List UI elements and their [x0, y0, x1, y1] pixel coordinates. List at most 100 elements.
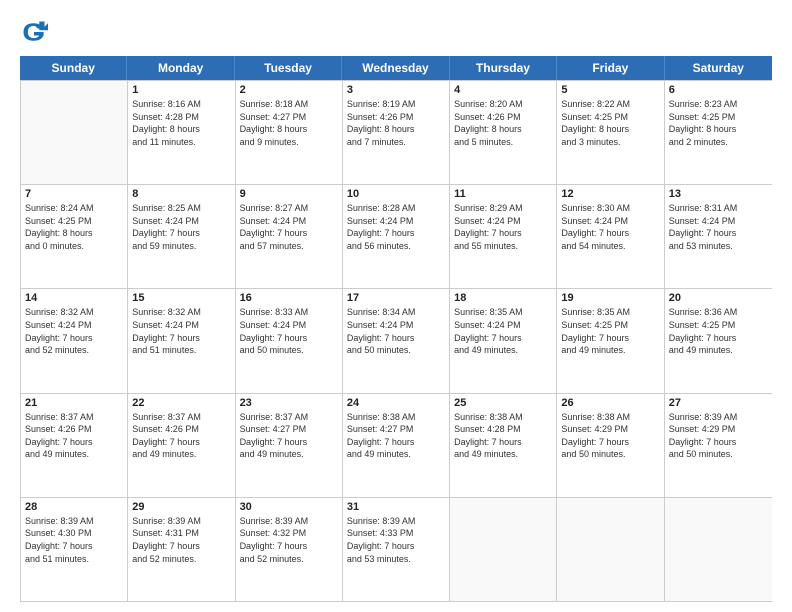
cell-info: Sunrise: 8:32 AM Sunset: 4:24 PM Dayligh… [132, 306, 230, 356]
logo-icon [20, 18, 48, 46]
calendar-cell [21, 81, 128, 184]
cell-info: Sunrise: 8:22 AM Sunset: 4:25 PM Dayligh… [561, 98, 659, 148]
calendar-cell [450, 498, 557, 601]
cell-info: Sunrise: 8:38 AM Sunset: 4:28 PM Dayligh… [454, 411, 552, 461]
day-number: 21 [25, 397, 123, 409]
calendar-cell: 1Sunrise: 8:16 AM Sunset: 4:28 PM Daylig… [128, 81, 235, 184]
day-number: 7 [25, 188, 123, 200]
calendar-cell: 28Sunrise: 8:39 AM Sunset: 4:30 PM Dayli… [21, 498, 128, 601]
calendar-cell: 14 Sunrise: 8:32 AM Sunset: 4:24 PM Dayli… [21, 289, 128, 392]
day-number: 19 [561, 292, 659, 304]
day-number: 10 [347, 188, 445, 200]
cell-info: Sunrise: 8:28 AM Sunset: 4:24 PM Dayligh… [347, 202, 445, 252]
day-number: 13 [669, 188, 768, 200]
cell-info: Sunrise: 8:35 AM Sunset: 4:25 PM Dayligh… [561, 306, 659, 356]
header-saturday: Saturday [665, 56, 772, 80]
day-number: 8 [132, 188, 230, 200]
calendar-cell: 30 Sunrise: 8:39 AM Sunset: 4:32 PM Dayli… [236, 498, 343, 601]
calendar-row-4: 28Sunrise: 8:39 AM Sunset: 4:30 PM Dayli… [21, 497, 772, 601]
header-tuesday: Tuesday [235, 56, 342, 80]
cell-info: Sunrise: 8:33 AM Sunset: 4:24 PM Dayligh… [240, 306, 338, 356]
cell-info: Sunrise: 8:24 AM Sunset: 4:25 PM Dayligh… [25, 202, 123, 252]
calendar-row-0: 1Sunrise: 8:16 AM Sunset: 4:28 PM Daylig… [21, 80, 772, 184]
cell-info: Sunrise: 8:39 AM Sunset: 4:33 PM Dayligh… [347, 515, 445, 565]
cell-info: Sunrise: 8:31 AM Sunset: 4:24 PM Dayligh… [669, 202, 768, 252]
cell-info: Sunrise: 8:19 AM Sunset: 4:26 PM Dayligh… [347, 98, 445, 148]
cell-info: Sunrise: 8:32 AM Sunset: 4:24 PM Dayligh… [25, 306, 123, 356]
day-number: 18 [454, 292, 552, 304]
calendar-cell: 19 Sunrise: 8:35 AM Sunset: 4:25 PM Dayli… [557, 289, 664, 392]
day-number: 9 [240, 188, 338, 200]
day-number: 30 [240, 501, 338, 513]
calendar-header: Sunday Monday Tuesday Wednesday Thursday… [20, 56, 772, 80]
cell-info: Sunrise: 8:27 AM Sunset: 4:24 PM Dayligh… [240, 202, 338, 252]
cell-info: Sunrise: 8:16 AM Sunset: 4:28 PM Dayligh… [132, 98, 230, 148]
header-friday: Friday [557, 56, 664, 80]
day-number: 5 [561, 84, 659, 96]
day-number: 22 [132, 397, 230, 409]
calendar-cell: 12Sunrise: 8:30 AM Sunset: 4:24 PM Dayli… [557, 185, 664, 288]
day-number: 27 [669, 397, 768, 409]
calendar-cell: 27 Sunrise: 8:39 AM Sunset: 4:29 PM Dayli… [665, 394, 772, 497]
calendar-cell: 22Sunrise: 8:37 AM Sunset: 4:26 PM Dayli… [128, 394, 235, 497]
cell-info: Sunrise: 8:34 AM Sunset: 4:24 PM Dayligh… [347, 306, 445, 356]
day-number: 28 [25, 501, 123, 513]
calendar-cell: 17 Sunrise: 8:34 AM Sunset: 4:24 PM Dayli… [343, 289, 450, 392]
day-number: 6 [669, 84, 768, 96]
calendar-cell: 29Sunrise: 8:39 AM Sunset: 4:31 PM Dayli… [128, 498, 235, 601]
day-number: 31 [347, 501, 445, 513]
calendar-cell: 15 Sunrise: 8:32 AM Sunset: 4:24 PM Dayli… [128, 289, 235, 392]
page: Sunday Monday Tuesday Wednesday Thursday… [0, 0, 792, 612]
header [20, 18, 772, 46]
calendar-cell: 26 Sunrise: 8:38 AM Sunset: 4:29 PM Dayli… [557, 394, 664, 497]
day-number: 16 [240, 292, 338, 304]
calendar-cell: 31 Sunrise: 8:39 AM Sunset: 4:33 PM Dayli… [343, 498, 450, 601]
calendar-row-2: 14 Sunrise: 8:32 AM Sunset: 4:24 PM Dayli… [21, 288, 772, 392]
cell-info: Sunrise: 8:37 AM Sunset: 4:27 PM Dayligh… [240, 411, 338, 461]
day-number: 14 [25, 292, 123, 304]
logo [20, 18, 52, 46]
cell-info: Sunrise: 8:30 AM Sunset: 4:24 PM Dayligh… [561, 202, 659, 252]
day-number: 4 [454, 84, 552, 96]
calendar-cell: 20Sunrise: 8:36 AM Sunset: 4:25 PM Dayli… [665, 289, 772, 392]
calendar-cell: 8 Sunrise: 8:25 AM Sunset: 4:24 PM Daylig… [128, 185, 235, 288]
day-number: 3 [347, 84, 445, 96]
cell-info: Sunrise: 8:37 AM Sunset: 4:26 PM Dayligh… [25, 411, 123, 461]
day-number: 2 [240, 84, 338, 96]
calendar-cell: 23 Sunrise: 8:37 AM Sunset: 4:27 PM Dayli… [236, 394, 343, 497]
calendar-cell: 2 Sunrise: 8:18 AM Sunset: 4:27 PM Daylig… [236, 81, 343, 184]
day-number: 11 [454, 188, 552, 200]
cell-info: Sunrise: 8:39 AM Sunset: 4:29 PM Dayligh… [669, 411, 768, 461]
calendar-cell: 18 Sunrise: 8:35 AM Sunset: 4:24 PM Dayli… [450, 289, 557, 392]
cell-info: Sunrise: 8:39 AM Sunset: 4:31 PM Dayligh… [132, 515, 230, 565]
calendar-row-1: 7 Sunrise: 8:24 AM Sunset: 4:25 PM Daylig… [21, 184, 772, 288]
calendar-row-3: 21 Sunrise: 8:37 AM Sunset: 4:26 PM Dayli… [21, 393, 772, 497]
calendar-cell [665, 498, 772, 601]
cell-info: Sunrise: 8:23 AM Sunset: 4:25 PM Dayligh… [669, 98, 768, 148]
calendar-cell: 6 Sunrise: 8:23 AM Sunset: 4:25 PM Daylig… [665, 81, 772, 184]
calendar: Sunday Monday Tuesday Wednesday Thursday… [20, 56, 772, 602]
calendar-cell: 7 Sunrise: 8:24 AM Sunset: 4:25 PM Daylig… [21, 185, 128, 288]
day-number: 15 [132, 292, 230, 304]
calendar-cell: 10 Sunrise: 8:28 AM Sunset: 4:24 PM Dayli… [343, 185, 450, 288]
cell-info: Sunrise: 8:38 AM Sunset: 4:29 PM Dayligh… [561, 411, 659, 461]
cell-info: Sunrise: 8:18 AM Sunset: 4:27 PM Dayligh… [240, 98, 338, 148]
cell-info: Sunrise: 8:29 AM Sunset: 4:24 PM Dayligh… [454, 202, 552, 252]
day-number: 26 [561, 397, 659, 409]
calendar-body: 1Sunrise: 8:16 AM Sunset: 4:28 PM Daylig… [20, 80, 772, 602]
header-sunday: Sunday [20, 56, 127, 80]
day-number: 25 [454, 397, 552, 409]
day-number: 17 [347, 292, 445, 304]
calendar-cell: 21 Sunrise: 8:37 AM Sunset: 4:26 PM Dayli… [21, 394, 128, 497]
cell-info: Sunrise: 8:20 AM Sunset: 4:26 PM Dayligh… [454, 98, 552, 148]
calendar-cell: 24 Sunrise: 8:38 AM Sunset: 4:27 PM Dayli… [343, 394, 450, 497]
cell-info: Sunrise: 8:38 AM Sunset: 4:27 PM Dayligh… [347, 411, 445, 461]
cell-info: Sunrise: 8:39 AM Sunset: 4:32 PM Dayligh… [240, 515, 338, 565]
day-number: 23 [240, 397, 338, 409]
calendar-cell: 5 Sunrise: 8:22 AM Sunset: 4:25 PM Daylig… [557, 81, 664, 184]
cell-info: Sunrise: 8:25 AM Sunset: 4:24 PM Dayligh… [132, 202, 230, 252]
calendar-cell: 4 Sunrise: 8:20 AM Sunset: 4:26 PM Daylig… [450, 81, 557, 184]
cell-info: Sunrise: 8:35 AM Sunset: 4:24 PM Dayligh… [454, 306, 552, 356]
calendar-cell: 16 Sunrise: 8:33 AM Sunset: 4:24 PM Dayli… [236, 289, 343, 392]
day-number: 24 [347, 397, 445, 409]
